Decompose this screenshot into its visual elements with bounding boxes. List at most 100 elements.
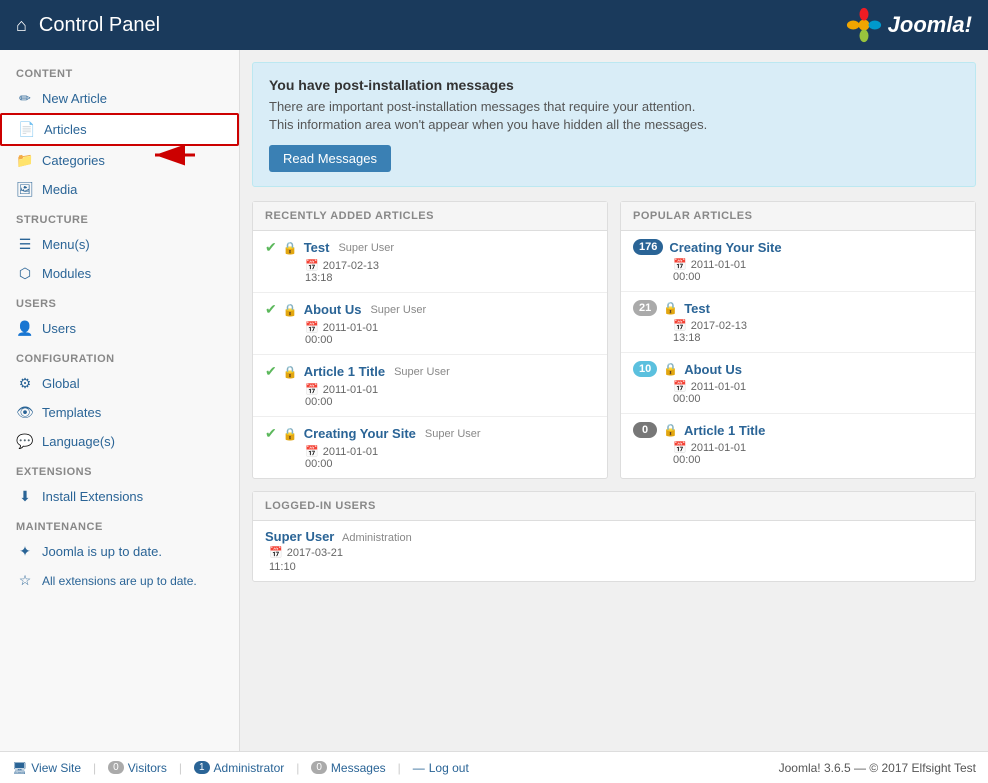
lock-icon: 🔒 [663, 423, 678, 437]
sidebar-item-menus[interactable]: ☰ Menu(s) [0, 230, 239, 259]
footer: 🖥 View Site | 0 Visitors | 1 Administrat… [0, 751, 988, 783]
popular-article-item: 21 🔒 Test 📅 2017-02-13 13:18 [621, 292, 975, 353]
user-item: Super User Administration 📅 2017-03-21 1… [253, 521, 975, 581]
article-date: 2011-01-01 [323, 322, 378, 334]
footer-messages[interactable]: 0 Messages [311, 761, 385, 775]
sidebar-item-templates[interactable]: 👁 Templates [0, 398, 239, 427]
calendar-icon: 📅 [269, 546, 283, 559]
user-role: Administration [342, 532, 412, 544]
popular-article-title[interactable]: Creating Your Site [669, 240, 781, 255]
popular-date-row: 📅 2011-01-01 [633, 380, 963, 393]
categories-icon: 📁 [16, 152, 34, 169]
joomla-logo-text: Joomla! [888, 12, 972, 38]
sidebar-item-users[interactable]: 👤 Users [0, 314, 239, 343]
view-site-icon: 🖥 [12, 761, 27, 775]
footer-view-site-label[interactable]: View Site [31, 761, 81, 775]
sidebar-item-install-extensions[interactable]: ⬇ Install Extensions [0, 482, 239, 511]
sidebar-item-categories[interactable]: 📁 Categories [0, 146, 239, 175]
popular-date: 2011-01-01 [691, 259, 746, 271]
lock-icon: 🔒 [283, 241, 298, 255]
header: ⌂ Control Panel Joomla! [0, 0, 988, 50]
article-time-row: 00:00 [265, 458, 595, 470]
sidebar-section-extensions: EXTENSIONS [0, 456, 239, 482]
two-col-panels: RECENTLY ADDED ARTICLES ✔ 🔒 Test Super U… [252, 201, 976, 479]
calendar-icon: 📅 [673, 258, 687, 271]
home-icon[interactable]: ⌂ [16, 15, 27, 36]
article-author: Super User [425, 428, 481, 440]
user-date-row: 📅 2017-03-21 [265, 546, 963, 559]
calendar-icon: 📅 [305, 445, 319, 458]
article-time: 00:00 [305, 458, 333, 470]
calendar-icon: 📅 [673, 441, 687, 454]
global-icon: ⚙ [16, 375, 34, 392]
article-date: 2017-02-13 [323, 260, 379, 272]
article-title[interactable]: Test [304, 240, 330, 255]
footer-logout[interactable]: — Log out [413, 761, 469, 775]
sidebar-item-label: Modules [42, 266, 91, 281]
recent-article-item: ✔ 🔒 Article 1 Title Super User 📅 2011-01… [253, 355, 607, 417]
popular-article-item: 0 🔒 Article 1 Title 📅 2011-01-01 00:00 [621, 414, 975, 474]
footer-visitors[interactable]: 0 Visitors [108, 761, 167, 775]
sidebar-item-articles[interactable]: 📄 Articles [0, 113, 239, 146]
footer-divider: | [296, 761, 299, 775]
lock-icon: 🔒 [663, 362, 678, 376]
popular-date-row: 📅 2011-01-01 [633, 258, 963, 271]
sidebar-item-new-article[interactable]: ✏ New Article [0, 84, 239, 113]
popular-date-row: 📅 2017-02-13 [633, 319, 963, 332]
admin-badge: 1 [194, 761, 210, 774]
check-icon: ✔ [265, 301, 277, 318]
user-time-row: 11:10 [265, 561, 963, 573]
popular-article-title[interactable]: Test [684, 301, 710, 316]
joomla-update-icon: ✦ [16, 543, 34, 560]
footer-admin[interactable]: 1 Administrator [194, 761, 284, 775]
check-icon: ✔ [265, 425, 277, 442]
footer-logout-label[interactable]: Log out [429, 761, 469, 775]
sidebar-item-media[interactable]: 🖼 Media [0, 175, 239, 204]
calendar-icon: 📅 [305, 259, 319, 272]
sidebar-item-label: Templates [42, 405, 101, 420]
count-badge: 21 [633, 300, 657, 316]
check-icon: ✔ [265, 363, 277, 380]
count-badge: 0 [633, 422, 657, 438]
info-box-line2: This information area won't appear when … [269, 117, 959, 132]
calendar-icon: 📅 [673, 380, 687, 393]
popular-article-title[interactable]: About Us [684, 362, 742, 377]
check-icon: ✔ [265, 239, 277, 256]
lock-icon: 🔒 [283, 303, 298, 317]
popular-date: 2011-01-01 [691, 442, 746, 454]
content-area: You have post-installation messages Ther… [240, 50, 988, 751]
article-date: 2011-01-01 [323, 384, 378, 396]
media-icon: 🖼 [16, 181, 34, 198]
sidebar-item-extensions-update[interactable]: ☆ All extensions are up to date. [0, 566, 239, 595]
sidebar-item-label: Users [42, 321, 76, 336]
popular-article-title[interactable]: Article 1 Title [684, 423, 765, 438]
article-date-row: 📅 2011-01-01 [265, 321, 595, 334]
user-name-row: Super User Administration [265, 529, 963, 544]
languages-icon: 💬 [16, 433, 34, 450]
footer-divider: | [93, 761, 96, 775]
count-badge: 10 [633, 361, 657, 377]
user-date: 2017-03-21 [287, 547, 343, 559]
recent-article-item: ✔ 🔒 Test Super User 📅 2017-02-13 13:18 [253, 231, 607, 293]
menus-icon: ☰ [16, 236, 34, 253]
read-messages-button[interactable]: Read Messages [269, 145, 391, 172]
footer-view-site[interactable]: 🖥 View Site [12, 761, 81, 775]
main-wrapper: CONTENT ✏ New Article 📄 Articles 📁 Categ… [0, 50, 988, 751]
sidebar-item-languages[interactable]: 💬 Language(s) [0, 427, 239, 456]
article-date-row: 📅 2017-02-13 [265, 259, 595, 272]
pencil-icon: ✏ [16, 90, 34, 107]
header-left: ⌂ Control Panel [16, 14, 160, 37]
sidebar-item-joomla-update[interactable]: ✦ Joomla is up to date. [0, 537, 239, 566]
popular-item-top: 0 🔒 Article 1 Title [633, 422, 963, 438]
sidebar-item-modules[interactable]: ⬡ Modules [0, 259, 239, 288]
article-time: 00:00 [305, 334, 333, 346]
user-name[interactable]: Super User [265, 529, 334, 544]
popular-articles-header: POPULAR ARTICLES [621, 202, 975, 231]
article-item-top: ✔ 🔒 Article 1 Title Super User [265, 363, 595, 380]
article-item-top: ✔ 🔒 Test Super User [265, 239, 595, 256]
article-title[interactable]: Article 1 Title [304, 364, 385, 379]
sidebar-item-global[interactable]: ⚙ Global [0, 369, 239, 398]
article-title[interactable]: Creating Your Site [304, 426, 416, 441]
article-title[interactable]: About Us [304, 302, 362, 317]
lock-icon: 🔒 [283, 427, 298, 441]
